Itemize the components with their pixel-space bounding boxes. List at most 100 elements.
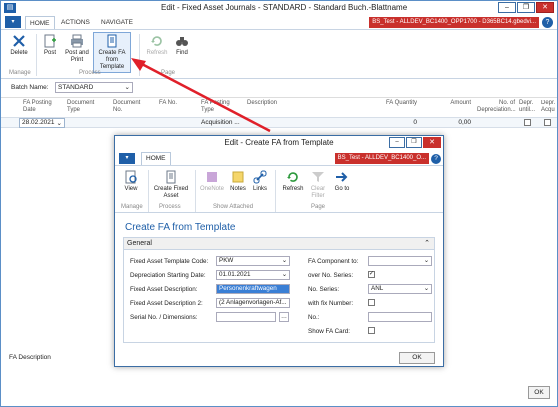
template-code-value: PKW [219, 257, 234, 264]
serial-lookup-button[interactable]: … [279, 312, 289, 322]
column-header[interactable]: Depr. until... [519, 100, 537, 114]
refresh-label: Refresh [146, 50, 168, 56]
clear-filter-label: Clear Filter [310, 186, 326, 199]
printer-icon [71, 34, 83, 48]
dialog-minimize-button[interactable]: – [389, 137, 405, 148]
table-row[interactable]: 28.02.2021 ⌄ Acquisition ... 0 0,00 [1, 117, 557, 128]
fa-description-2-field[interactable]: (2 Anlagenvorlagen-Af... [216, 298, 290, 308]
clear-filter-button[interactable]: Clear Filter [307, 170, 329, 200]
clear-filter-icon [312, 172, 324, 182]
dialog-group-process-label: Process [159, 204, 181, 210]
column-header[interactable]: Document Type [67, 100, 99, 114]
chevron-down-icon: ⌄ [281, 257, 287, 264]
go-to-button[interactable]: Go to [333, 170, 351, 193]
dep-start-date-field[interactable]: 01.01.2021 ⌄ [216, 270, 290, 280]
file-menu-button[interactable]: ▾ [5, 16, 21, 28]
general-section-header[interactable]: General ⌃ [124, 238, 434, 250]
create-document-icon [166, 170, 176, 184]
depr-acquisition-checkbox[interactable] [544, 119, 551, 126]
serial-dimensions-label: Serial No. / Dimensions: [130, 314, 198, 321]
amount-cell[interactable]: 0,00 [441, 119, 471, 126]
links-label: Links [252, 186, 267, 192]
fa-posting-type-cell[interactable]: Acquisition ... [201, 119, 240, 126]
no-series-value: ANL [371, 285, 384, 292]
minimize-button[interactable]: – [498, 2, 516, 13]
ribbon-tabs: ▾ HOME ACTIONS NAVIGATE BS_Test - ALLDEV… [1, 16, 557, 29]
column-header[interactable]: Amount [433, 100, 471, 107]
dialog-tab-home[interactable]: HOME [141, 152, 171, 165]
ribbon-divider [275, 170, 276, 212]
dialog-close-button[interactable]: ✕ [423, 137, 441, 148]
depr-until-checkbox[interactable] [524, 119, 531, 126]
binoculars-icon [176, 37, 188, 46]
no-series-select[interactable]: ANL ⌄ [368, 284, 432, 294]
fa-description-label: FA Description [9, 354, 51, 361]
dialog-ok-button[interactable]: OK [399, 352, 435, 364]
chevron-down-icon: ⌄ [124, 84, 130, 91]
dialog-user-badge: BS_Test - ALLDEV_BC1400_O... [334, 153, 429, 164]
no-field[interactable] [368, 312, 432, 322]
fa-posting-date-cell[interactable]: 28.02.2021 ⌄ [19, 118, 65, 128]
notes-icon [232, 171, 244, 183]
create-fa-from-template-button[interactable]: Create FA from Template [93, 32, 131, 73]
dialog-heading: Create FA from Template [125, 222, 236, 233]
dep-start-value: 01.01.2021 [219, 271, 251, 278]
fa-quantity-cell[interactable]: 0 [401, 119, 417, 126]
links-button[interactable]: Links [251, 170, 269, 193]
refresh-button[interactable]: Refresh [145, 34, 169, 57]
close-button[interactable]: ✕ [536, 2, 554, 13]
no-label: No.: [308, 314, 320, 321]
batch-name-select[interactable]: STANDARD ⌄ [55, 82, 133, 93]
dialog-file-menu-button[interactable]: ▾ [119, 153, 135, 164]
collapse-icon[interactable]: ⌃ [424, 238, 430, 250]
notes-button[interactable]: Notes [228, 170, 248, 193]
help-icon[interactable]: ? [542, 17, 553, 28]
fa-description-field[interactable]: Personenkraftwagen [216, 284, 290, 294]
delete-label: Delete [10, 50, 28, 56]
onenote-icon [207, 172, 217, 182]
tab-navigate[interactable]: NAVIGATE [101, 16, 133, 29]
dialog-group-page-label: Page [311, 204, 326, 210]
general-section: General ⌃ Fixed Asset Template Code: PKW… [123, 237, 435, 343]
column-header[interactable]: Description [247, 100, 307, 107]
column-header[interactable]: Document No. [113, 100, 145, 114]
show-fa-card-checkbox[interactable] [368, 327, 375, 334]
dialog-maximize-button[interactable]: ❐ [406, 137, 422, 148]
refresh-icon [151, 36, 162, 46]
tab-home[interactable]: HOME [25, 16, 55, 29]
find-button[interactable]: Find [173, 34, 191, 57]
maximize-button[interactable]: ❐ [517, 2, 535, 13]
with-fix-number-checkbox[interactable] [368, 299, 375, 306]
no-series-label: No. Series: [308, 286, 340, 293]
fa-desc2-label: Fixed Asset Description 2: [130, 300, 203, 307]
column-header[interactable]: FA Posting Date [23, 100, 55, 114]
over-no-series-label: over No. Series: [308, 272, 354, 279]
dialog-refresh-button[interactable]: Refresh [281, 170, 305, 193]
create-fixed-asset-button[interactable]: Create Fixed Asset [153, 170, 189, 200]
ribbon-divider [148, 170, 149, 212]
delete-button[interactable]: Delete [9, 34, 29, 57]
delete-icon [13, 35, 25, 47]
onenote-label: OneNote [199, 186, 224, 192]
post-and-print-button[interactable]: Post and Print [63, 34, 91, 64]
post-button[interactable]: Post [41, 34, 59, 57]
template-code-select[interactable]: PKW ⌄ [216, 256, 290, 266]
column-header[interactable]: Depr. Acqu... [541, 100, 555, 114]
over-no-series-checkbox[interactable]: ✓ [368, 271, 375, 278]
group-process-label: Process [79, 70, 101, 76]
view-button[interactable]: View [121, 170, 141, 193]
column-header[interactable]: FA Posting Type [201, 100, 237, 114]
dialog-help-icon[interactable]: ? [431, 154, 441, 164]
chevron-down-icon: ⌄ [423, 257, 429, 264]
onenote-button[interactable]: OneNote [199, 170, 225, 193]
column-header[interactable]: No. of Depreciation... [477, 100, 516, 114]
fa-component-select[interactable]: ⌄ [368, 256, 432, 266]
column-header[interactable]: FA No. [159, 100, 191, 107]
show-fa-card-label: Show FA Card: [308, 328, 350, 335]
main-ok-button[interactable]: OK [528, 386, 550, 399]
dialog-group-manage-label: Manage [121, 204, 143, 210]
tab-actions[interactable]: ACTIONS [61, 16, 90, 29]
column-header[interactable]: FA Quantity [375, 100, 417, 107]
dialog-group-show-attached-label: Show Attached [213, 204, 254, 210]
serial-dimensions-field[interactable] [216, 312, 276, 322]
